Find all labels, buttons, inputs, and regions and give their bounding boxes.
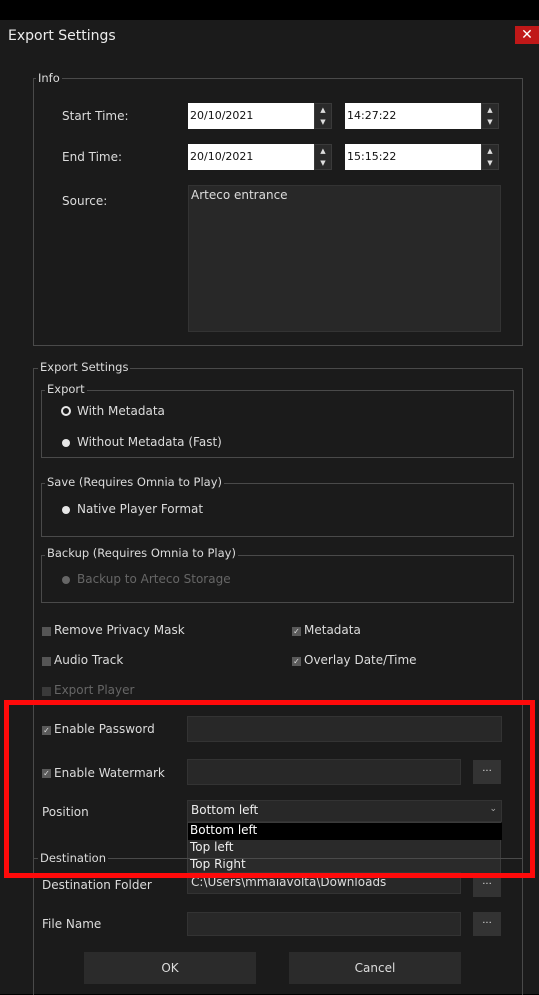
audio-track-checkbox[interactable] [42,657,51,666]
export-settings-legend: Export Settings [38,360,131,374]
backup-storage-label[interactable]: Backup to Arteco Storage [77,572,231,586]
without-metadata-label[interactable]: Without Metadata (Fast) [77,435,222,449]
end-time-input[interactable]: 15:15:22 [345,144,481,170]
start-date-spinner[interactable]: ▲ ▼ [314,103,332,129]
highlight-box [4,700,535,878]
source-textarea[interactable]: Arteco entrance [188,185,501,332]
start-time-input[interactable]: 14:27:22 [345,103,481,129]
file-name-label: File Name [42,917,102,931]
ok-button[interactable]: OK [84,952,256,984]
close-icon[interactable]: ✕ [515,26,539,44]
info-legend: Info [36,71,62,85]
remove-privacy-mask-checkbox[interactable] [42,627,51,636]
end-time-label: End Time: [62,150,123,164]
radio-native-player[interactable] [62,506,70,514]
source-value: Arteco entrance [191,188,288,202]
destination-folder-label: Destination Folder [42,878,152,892]
overlay-datetime-checkbox[interactable]: ✓ [292,657,301,666]
file-name-input[interactable] [187,912,461,936]
export-player-checkbox[interactable] [42,687,51,696]
start-time-label: Start Time: [62,109,129,123]
end-date-input[interactable]: 20/10/2021 [188,144,314,170]
dialog-title: Export Settings [8,28,116,44]
radio-without-metadata[interactable] [62,439,70,447]
export-subgroup-legend: Export [45,382,87,396]
overlay-datetime-label[interactable]: Overlay Date/Time [304,653,417,667]
end-date-spinner[interactable]: ▲ ▼ [314,144,332,170]
with-metadata-label[interactable]: With Metadata [77,404,165,418]
cancel-button[interactable]: Cancel [289,952,461,984]
save-subgroup-legend: Save (Requires Omnia to Play) [45,475,225,489]
backup-subgroup-legend: Backup (Requires Omnia to Play) [45,546,238,560]
radio-with-metadata[interactable] [61,406,71,416]
native-player-label[interactable]: Native Player Format [77,502,203,516]
file-name-browse-button[interactable]: ... [473,912,501,936]
export-player-label[interactable]: Export Player [54,683,134,697]
remove-privacy-mask-label[interactable]: Remove Privacy Mask [54,623,185,637]
source-label: Source: [62,194,108,208]
metadata-checkbox[interactable]: ✓ [292,627,301,636]
end-time-spinner[interactable]: ▲ ▼ [481,144,499,170]
start-date-input[interactable]: 20/10/2021 [188,103,314,129]
audio-track-label[interactable]: Audio Track [54,653,123,667]
radio-backup-storage[interactable] [62,576,70,584]
metadata-label[interactable]: Metadata [304,623,361,637]
start-time-spinner[interactable]: ▲ ▼ [481,103,499,129]
